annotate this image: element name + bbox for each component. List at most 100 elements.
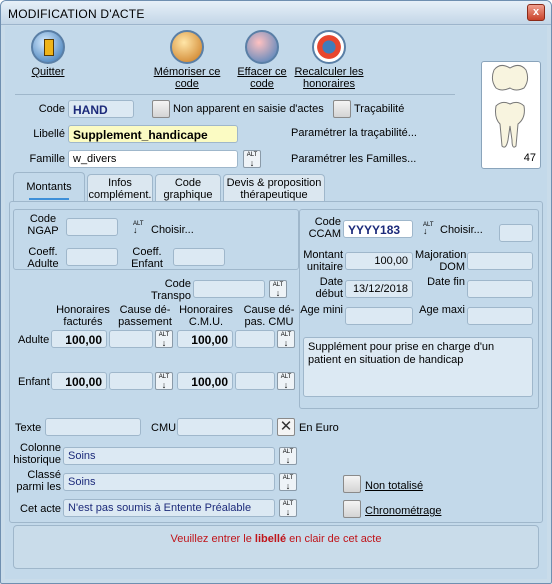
adulte-cause-cmu-alt-button[interactable]: ALT ↓ xyxy=(277,330,295,348)
eraser-icon xyxy=(245,30,279,64)
enfant-honoraires-input[interactable]: 100,00 xyxy=(51,372,107,390)
chronometrage-label: Chronométrage xyxy=(365,505,442,517)
tab-devis[interactable]: Devis & proposition thérapeutique xyxy=(223,174,325,202)
cet-acte-select[interactable]: N'est pas soumis à Entente Préalable xyxy=(63,499,275,517)
code-ccam-label: Code CCAM xyxy=(308,216,341,240)
non-apparent-checkbox[interactable] xyxy=(152,100,170,118)
col-honoraires-cmu: Honoraires C.M.U. xyxy=(179,304,233,328)
lifebuoy-icon xyxy=(312,30,346,64)
tab-infos[interactable]: Infos complément. xyxy=(87,174,153,202)
cet-acte-alt-button[interactable]: ALT ↓ xyxy=(279,499,297,517)
classe-parmi-select[interactable]: Soins xyxy=(63,473,275,491)
classe-alt-button[interactable]: ALT ↓ xyxy=(279,473,297,491)
colonne-alt-button[interactable]: ALT ↓ xyxy=(279,447,297,465)
dialog-window: MODIFICATION D'ACTE x Quitter Mémoriser … xyxy=(0,0,552,584)
col-cause-depassement: Cause dé-passement xyxy=(118,304,172,328)
code-transpo-input[interactable] xyxy=(193,280,265,298)
enfant-cause-cmu-alt-button[interactable]: ALT ↓ xyxy=(277,372,295,390)
cmu-label: CMU xyxy=(151,422,177,434)
adulte-label: Adulte xyxy=(18,334,50,346)
non-totalise-label: Non totalisé xyxy=(365,480,424,492)
ngap-choisir-link[interactable]: Choisir... xyxy=(151,224,194,236)
coeff-enfant-input[interactable] xyxy=(173,248,225,266)
status-msg-highlight: libellé xyxy=(254,533,287,545)
famille-alt-button[interactable]: ALT ↓ xyxy=(243,150,261,168)
client-area: Quitter Mémoriser ce code Effacer ce cod… xyxy=(5,26,547,579)
param-familles-link[interactable]: Paramétrer les Familles... xyxy=(291,153,416,165)
window-title: MODIFICATION D'ACTE xyxy=(8,7,145,21)
col-cause-cmu: Cause dé-pas. CMU xyxy=(243,304,295,328)
coeff-adulte-label: Coeff. Adulte xyxy=(27,246,59,270)
save-icon xyxy=(170,30,204,64)
code-input[interactable]: HAND xyxy=(68,100,134,118)
date-fin-input[interactable] xyxy=(467,280,533,298)
tab-montants[interactable]: Montants xyxy=(13,172,85,202)
en-euro-label: En Euro xyxy=(299,422,339,434)
colonne-historique-select[interactable]: Soins xyxy=(63,447,275,465)
enfant-label: Enfant xyxy=(18,376,50,388)
code-ccam-input[interactable]: YYYY183 xyxy=(343,220,413,238)
age-maxi-label: Age maxi xyxy=(419,304,465,316)
montant-unitaire-input[interactable]: 100,00 xyxy=(345,252,413,270)
separator xyxy=(15,94,455,95)
famille-input[interactable]: w_divers xyxy=(68,150,238,168)
adulte-honoraires-input[interactable]: 100,00 xyxy=(51,330,107,348)
non-totalise-checkbox[interactable] xyxy=(343,475,361,493)
param-tracabilite-link[interactable]: Paramétrer la traçabilité... xyxy=(291,127,417,139)
code-ngap-label: Code NGAP xyxy=(27,213,59,237)
status-msg-post: en clair de cet acte xyxy=(286,533,382,545)
ccam-extra-input[interactable] xyxy=(499,224,533,242)
enfant-cause-input[interactable] xyxy=(109,372,153,390)
enfant-cause-alt-button[interactable]: ALT ↓ xyxy=(155,372,173,390)
description-textarea[interactable]: Supplément pour prise en charge d'un pat… xyxy=(303,337,533,397)
adulte-cmu-input[interactable]: 100,00 xyxy=(177,330,233,348)
tooth-icon xyxy=(491,64,529,148)
coeff-adulte-input[interactable] xyxy=(66,248,118,266)
adulte-cause-alt-button[interactable]: ALT ↓ xyxy=(155,330,173,348)
age-mini-label: Age mini xyxy=(300,304,343,316)
close-button[interactable]: x xyxy=(527,4,545,21)
cmu-input[interactable] xyxy=(177,418,273,436)
majoration-dom-input[interactable] xyxy=(467,252,533,270)
tooth-image: 47 xyxy=(481,61,541,169)
tracabilite-checkbox[interactable] xyxy=(333,100,351,118)
ccam-choisir-link[interactable]: Choisir... xyxy=(440,224,483,236)
alt-icon: ALT ↓ xyxy=(133,221,144,235)
code-transpo-alt-button[interactable]: ALT ↓ xyxy=(269,280,287,298)
code-transpo-label: Code Transpo xyxy=(151,278,191,302)
memorize-button[interactable]: Mémoriser ce code xyxy=(150,30,224,90)
coeff-enfant-label: Coeff. Enfant xyxy=(131,246,163,270)
status-msg-pre: Veuillez entrer le xyxy=(170,533,255,545)
adulte-cause-cmu-input[interactable] xyxy=(235,330,275,348)
texte-input[interactable] xyxy=(45,418,141,436)
age-maxi-input[interactable] xyxy=(467,307,533,325)
tooth-number: 47 xyxy=(523,152,536,164)
montant-unitaire-label: Montant unitaire xyxy=(303,249,343,273)
title-bar: MODIFICATION D'ACTE x xyxy=(1,1,551,25)
en-euro-checkbox[interactable]: ✕ xyxy=(277,418,295,436)
enfant-cause-cmu-input[interactable] xyxy=(235,372,275,390)
texte-label: Texte xyxy=(15,422,42,434)
erase-label: Effacer ce code xyxy=(237,66,287,90)
tracabilite-label: Traçabilité xyxy=(354,103,405,115)
quit-button[interactable]: Quitter xyxy=(11,30,85,78)
cet-acte-label: Cet acte xyxy=(20,503,61,515)
tab-code-graphique[interactable]: Code graphique xyxy=(155,174,221,202)
recalc-button[interactable]: Recalculer les honoraires xyxy=(292,30,366,90)
alt-icon: ALT ↓ xyxy=(423,222,434,236)
code-ngap-input[interactable] xyxy=(66,218,118,236)
chronometrage-checkbox[interactable] xyxy=(343,500,361,518)
adulte-cause-input[interactable] xyxy=(109,330,153,348)
age-mini-input[interactable] xyxy=(345,307,413,325)
date-fin-label: Date fin xyxy=(427,276,465,288)
non-apparent-label: Non apparent en saisie d'actes xyxy=(173,103,324,115)
enfant-cmu-input[interactable]: 100,00 xyxy=(177,372,233,390)
code-label: Code xyxy=(38,103,65,115)
recalc-label: Recalculer les honoraires xyxy=(294,66,364,90)
classe-parmi-label: Classé parmi les xyxy=(16,469,61,493)
date-debut-input[interactable]: 13/12/2018 xyxy=(345,280,413,298)
erase-button[interactable]: Effacer ce code xyxy=(225,30,299,90)
libelle-input[interactable]: Supplement_handicape xyxy=(68,125,238,143)
status-message: Veuillez entrer le libellé en clair de c… xyxy=(13,525,539,569)
date-debut-label: Date début xyxy=(315,276,343,300)
